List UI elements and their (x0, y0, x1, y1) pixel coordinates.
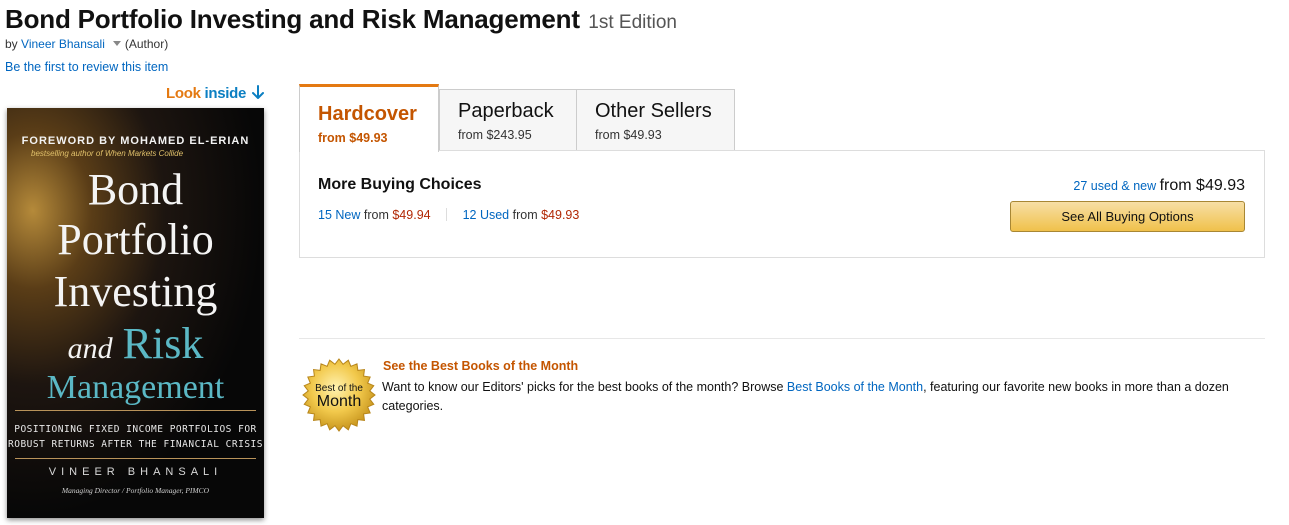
tab-paperback-label: Paperback (458, 100, 554, 122)
used-offers-link[interactable]: 12 Used (463, 208, 510, 222)
product-edition: 1st Edition (588, 12, 677, 33)
cover-title-line3: Investing (53, 267, 218, 316)
used-and-new-link[interactable]: 27 used & new (1073, 179, 1156, 193)
section-divider (299, 338, 1265, 339)
cover-foreword: FOREWORD BY MOHAMED EL-ERIAN (21, 135, 250, 147)
best-books-description: Want to know our Editors' picks for the … (382, 378, 1262, 416)
author-role: (Author) (124, 37, 169, 51)
best-books-heading-link[interactable]: See the Best Books of the Month (383, 359, 578, 373)
cover-subtitle-line1: POSITIONING FIXED INCOME PORTFOLIOS FOR (14, 424, 257, 435)
cover-title-risk: Risk (122, 319, 204, 368)
offers-divider (446, 208, 448, 221)
used-and-new-price: from $49.93 (1159, 177, 1245, 194)
tab-other-sellers-label: Other Sellers (595, 100, 712, 122)
tab-paperback-price: from $243.95 (458, 128, 532, 142)
best-of-the-month-badge-icon[interactable]: Best of the Month (302, 358, 376, 432)
tab-other-sellers-price: from $49.93 (595, 128, 662, 142)
best-books-link[interactable]: Best Books of the Month (787, 380, 923, 394)
cover-title-and: and (67, 332, 113, 365)
more-buying-choices-heading: More Buying Choices (318, 176, 482, 193)
cover-title-line4: and Risk (7, 322, 264, 371)
cover-title-line5: Management (46, 369, 225, 406)
new-offers-price: $49.94 (392, 208, 431, 222)
new-offers-link[interactable]: 15 New (318, 208, 360, 222)
look-inside-word2: inside (204, 85, 247, 102)
cover-subtitle-line2: ROBUST RETURNS AFTER THE FINANCIAL CRISI… (8, 439, 263, 450)
see-all-buying-options-button[interactable]: See All Buying Options (1010, 201, 1245, 232)
look-inside-button[interactable]: Look inside (166, 85, 264, 102)
used-offers-price: $49.93 (541, 208, 580, 222)
cover-rule-bottom (15, 458, 256, 459)
badge-text-line2: Month (317, 393, 361, 410)
best-books-text-before: Want to know our Editors' picks for the … (382, 380, 787, 394)
tab-hardcover-label: Hardcover (318, 103, 417, 125)
look-inside-word1: Look (166, 85, 201, 102)
book-cover-image[interactable]: FOREWORD BY MOHAMED EL-ERIAN bestselling… (7, 108, 264, 518)
tab-other-sellers[interactable]: Other Sellers from $49.93 (576, 89, 735, 151)
tab-hardcover-price: from $49.93 (318, 131, 388, 145)
cover-author: VINEER BHANSALI (48, 466, 223, 478)
cover-rule-top (15, 410, 256, 411)
buying-choices-box: More Buying Choices 15 New from $49.94 1… (299, 150, 1265, 258)
tab-hardcover[interactable]: Hardcover from $49.93 (299, 84, 439, 152)
used-offers-from: from (512, 208, 538, 222)
cover-bestseller: bestselling author of When Markets Colli… (31, 149, 184, 158)
down-arrow-icon (251, 85, 264, 99)
new-offers-from: from (363, 208, 389, 222)
author-link[interactable]: Vineer Bhansali (21, 37, 105, 51)
used-new-summary: 27 used & new from $49.93 (1073, 177, 1245, 195)
by-prefix: by (5, 37, 18, 51)
product-title-row: Bond Portfolio Investing and Risk Manage… (5, 4, 677, 35)
byline: by Vineer Bhansali (Author) (5, 37, 168, 51)
cover-title-line1: Bond (87, 165, 184, 214)
cover-author-role: Managing Director / Portfolio Manager, P… (61, 486, 210, 495)
write-review-link[interactable]: Be the first to review this item (5, 60, 168, 74)
chevron-down-icon[interactable] (112, 41, 121, 47)
cover-title-line2: Portfolio (57, 215, 214, 264)
new-used-offers: 15 New from $49.94 12 Used from $49.93 (318, 208, 579, 222)
product-title: Bond Portfolio Investing and Risk Manage… (5, 4, 580, 34)
tab-paperback[interactable]: Paperback from $243.95 (439, 89, 577, 151)
